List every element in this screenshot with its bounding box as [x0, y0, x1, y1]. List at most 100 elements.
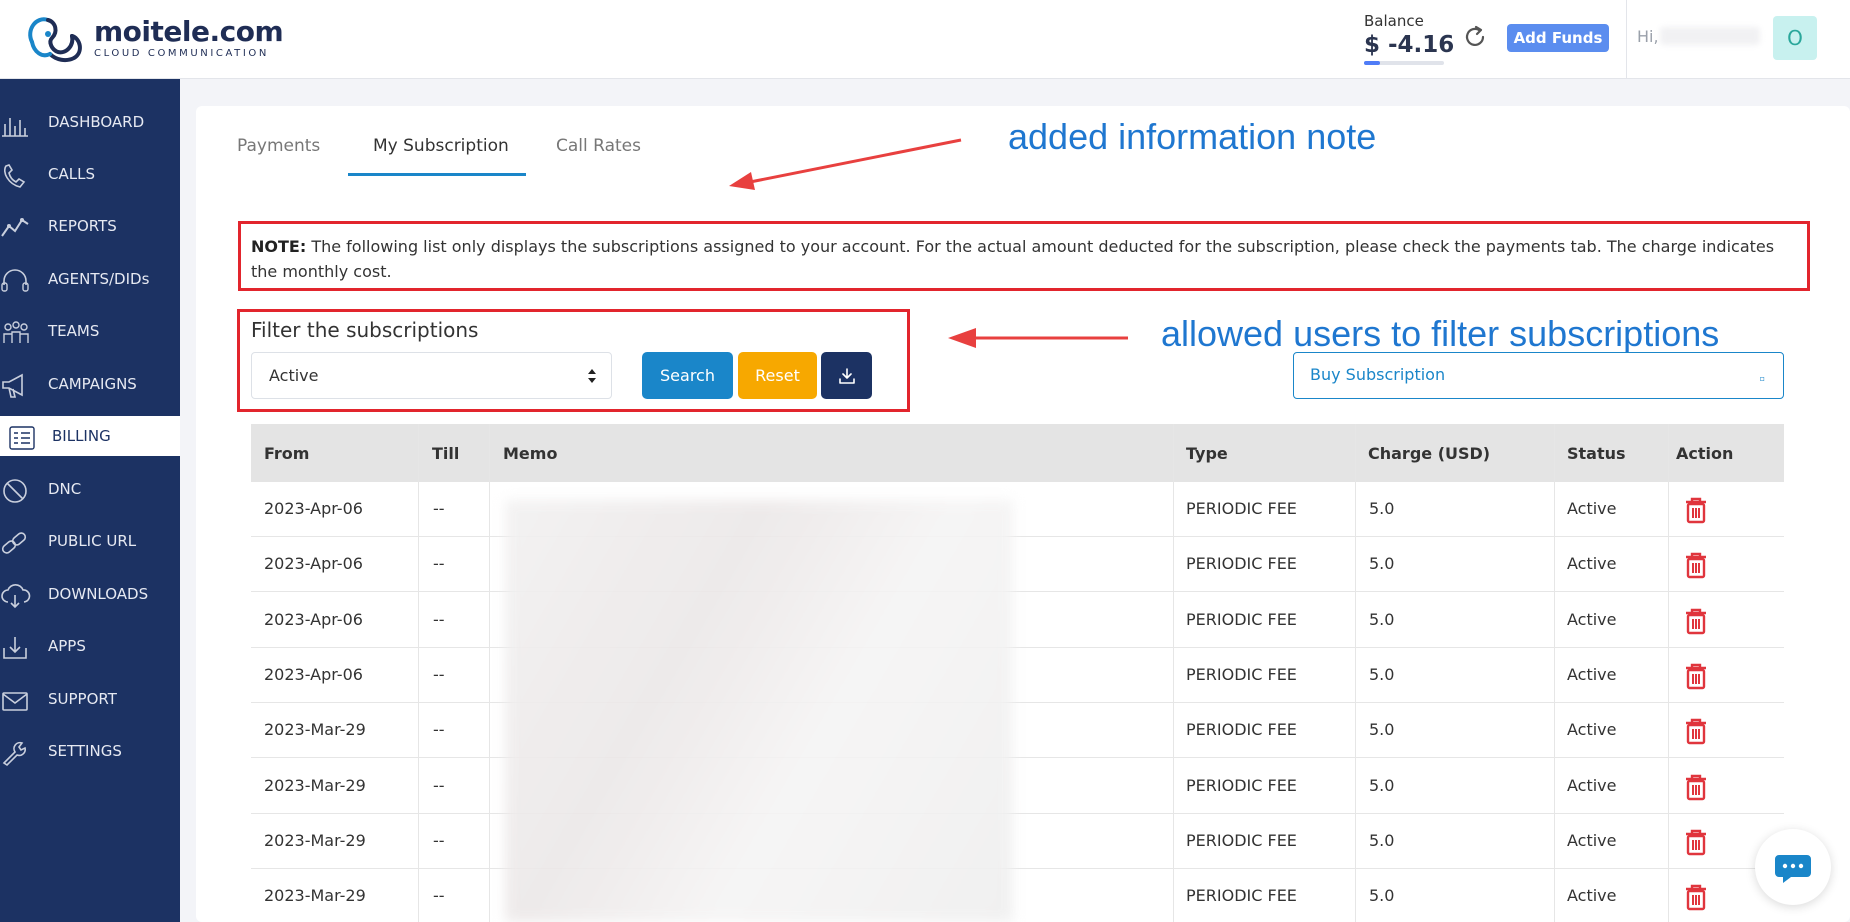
sidebar-item-agents-dids[interactable]: AGENTS/DIDs	[0, 259, 180, 299]
sidebar-item-settings[interactable]: SETTINGS	[0, 731, 180, 771]
chat-bubble-icon	[1775, 855, 1811, 883]
user-greeting: Hi,	[1637, 27, 1659, 46]
cell-status: Active	[1567, 775, 1617, 795]
cell-from: 2023-Apr-06	[264, 664, 363, 684]
top-header: moitele.com CLOUD COMMUNICATION Balance …	[0, 0, 1850, 79]
logo[interactable]: moitele.com CLOUD COMMUNICATION	[22, 12, 284, 64]
cell-status: Active	[1567, 499, 1617, 518]
logo-tagline: CLOUD COMMUNICATION	[94, 48, 269, 59]
cell-till: --	[433, 609, 445, 629]
cell-from: 2023-Apr-06	[264, 554, 363, 574]
cell-type: PERIODIC FEE	[1186, 499, 1297, 518]
cell-from: 2023-Mar-29	[264, 775, 366, 795]
sidebar-item-label: SUPPORT	[48, 690, 117, 708]
search-button[interactable]: Search	[642, 352, 733, 399]
delete-trash-icon[interactable]	[1683, 662, 1709, 690]
reports-icon	[1, 218, 29, 237]
sidebar-item-campaigns[interactable]: CAMPAIGNS	[0, 364, 180, 404]
cell-charge: 5.0	[1369, 830, 1395, 850]
tab-my-subscription[interactable]: My Subscription	[373, 136, 509, 156]
sidebar-item-billing[interactable]: BILLING	[0, 416, 180, 456]
sidebar-item-label: SETTINGS	[48, 742, 122, 760]
cell-till: --	[433, 775, 445, 795]
cell-status: Active	[1567, 886, 1617, 906]
delete-trash-icon[interactable]	[1683, 717, 1709, 745]
balance-progress-fill	[1364, 61, 1380, 65]
filter-title: Filter the subscriptions	[251, 318, 479, 342]
sidebar-item-label: DNC	[48, 480, 82, 498]
cell-from: 2023-Apr-06	[264, 609, 363, 629]
cell-from: 2023-Apr-06	[264, 499, 363, 518]
reset-button[interactable]: Reset	[738, 352, 817, 399]
memo-redacted-area	[505, 500, 1013, 922]
cell-charge: 5.0	[1369, 609, 1395, 629]
column-header: Memo	[503, 444, 558, 463]
delete-trash-icon[interactable]	[1683, 828, 1709, 856]
sidebar-item-label: CALLS	[48, 165, 95, 183]
cell-type: PERIODIC FEE	[1186, 886, 1297, 906]
cell-type: PERIODIC FEE	[1186, 775, 1297, 795]
add-funds-button[interactable]: Add Funds	[1507, 24, 1609, 52]
delete-trash-icon[interactable]	[1683, 551, 1709, 579]
headset-icon	[1, 269, 29, 292]
delete-trash-icon[interactable]	[1683, 607, 1709, 635]
note-prefix: NOTE:	[251, 237, 307, 256]
download-button[interactable]	[821, 352, 872, 399]
download-icon	[838, 367, 855, 384]
refresh-icon[interactable]	[1462, 24, 1488, 50]
wrench-icon	[2, 741, 26, 767]
buy-subscription-select[interactable]: Buy Subscription ▫	[1293, 352, 1784, 399]
tab-payments[interactable]: Payments	[237, 136, 320, 156]
column-divider	[489, 424, 490, 922]
sidebar-item-label: REPORTS	[48, 217, 117, 235]
megaphone-icon	[2, 373, 23, 398]
delete-trash-icon[interactable]	[1683, 883, 1709, 911]
dashboard-icon	[2, 118, 28, 137]
sidebar-item-support[interactable]: SUPPORT	[0, 679, 180, 719]
billing-icon	[9, 426, 35, 450]
cell-type: PERIODIC FEE	[1186, 609, 1297, 629]
cell-status: Active	[1567, 720, 1617, 740]
cell-status: Active	[1567, 664, 1617, 684]
sidebar-item-reports[interactable]: REPORTS	[0, 206, 180, 246]
cell-type: PERIODIC FEE	[1186, 720, 1297, 740]
select-arrows-icon	[588, 369, 596, 383]
subscription-note: NOTE: The following list only displays t…	[251, 234, 1791, 284]
buy-subscription-label: Buy Subscription	[1310, 365, 1446, 384]
sidebar-item-label: APPS	[48, 637, 86, 655]
sidebar-item-apps[interactable]: APPS	[0, 626, 180, 666]
delete-trash-icon[interactable]	[1683, 496, 1709, 524]
column-header: Till	[432, 444, 460, 463]
tab-call-rates[interactable]: Call Rates	[556, 136, 641, 156]
column-divider	[1173, 424, 1174, 922]
column-divider	[418, 424, 419, 922]
sidebar-item-calls[interactable]: CALLS	[0, 154, 180, 194]
sidebar-item-dnc[interactable]: DNC	[0, 469, 180, 509]
mail-icon	[2, 692, 28, 711]
sidebar-item-dashboard[interactable]: DASHBOARD	[0, 102, 180, 142]
column-header: Action	[1676, 444, 1734, 463]
balance-value: $ -4.16	[1364, 32, 1455, 58]
status-filter-select[interactable]: Active	[251, 352, 612, 399]
block-icon	[3, 479, 27, 503]
avatar[interactable]: O	[1773, 16, 1817, 60]
sidebar-item-downloads[interactable]: DOWNLOADS	[0, 574, 180, 614]
sidebar-item-label: CAMPAIGNS	[48, 375, 137, 393]
status-filter-value: Active	[269, 366, 319, 385]
sidebar-item-teams[interactable]: TEAMS	[0, 311, 180, 351]
column-header: From	[264, 444, 310, 463]
cell-till: --	[433, 720, 445, 740]
column-header: Type	[1186, 444, 1228, 463]
sidebar-item-public-url[interactable]: PUBLIC URL	[0, 521, 180, 561]
delete-trash-icon[interactable]	[1683, 773, 1709, 801]
cell-from: 2023-Mar-29	[264, 830, 366, 850]
balance-label: Balance	[1364, 12, 1424, 30]
sidebar-item-label: BILLING	[52, 427, 111, 445]
cloud-download-icon	[1, 584, 31, 609]
annotation-arrow-icon	[729, 138, 962, 190]
cell-charge: 5.0	[1369, 664, 1395, 684]
cell-till: --	[433, 886, 445, 906]
cell-charge: 5.0	[1369, 720, 1395, 740]
sidebar-item-label: AGENTS/DIDs	[48, 270, 150, 288]
chat-button[interactable]	[1755, 829, 1831, 905]
